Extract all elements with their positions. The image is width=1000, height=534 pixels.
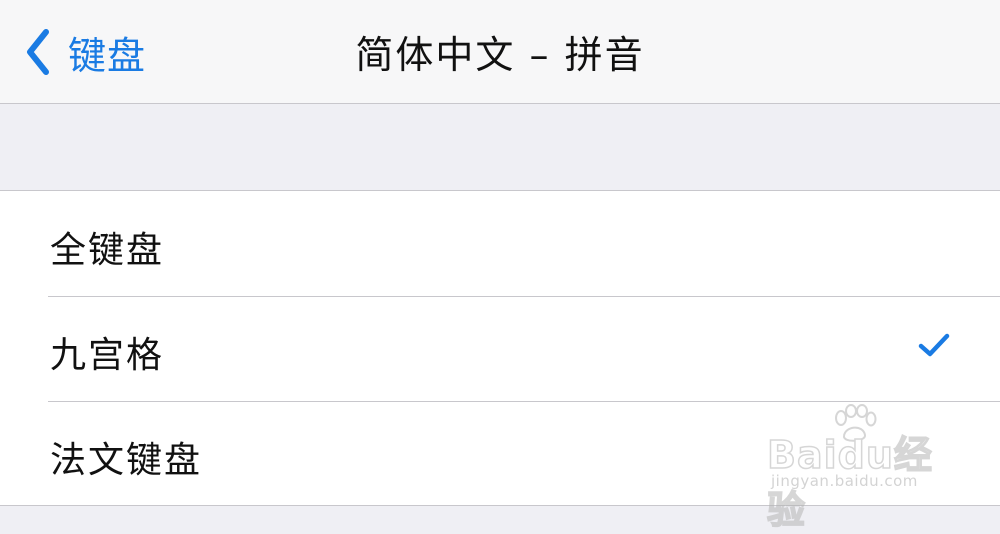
list-item-label: 全键盘 bbox=[50, 230, 165, 271]
section-spacer bbox=[0, 104, 1000, 190]
list-item-nine-grid[interactable]: 九宫格 bbox=[0, 296, 1000, 401]
list-item-full-keyboard[interactable]: 全键盘 bbox=[0, 191, 1000, 296]
page-title: 简体中文 – 拼音 bbox=[355, 33, 645, 77]
list-item-label: 法文键盘 bbox=[50, 440, 203, 481]
baidu-jingyan-watermark: Baidu经验 jingyan.baidu.com bbox=[765, 402, 955, 533]
checkmark-icon bbox=[918, 333, 950, 357]
watermark-url: jingyan.baidu.com bbox=[771, 472, 918, 490]
navigation-bar: 键盘 简体中文 – 拼音 bbox=[0, 0, 1000, 104]
list-item-label: 九宫格 bbox=[50, 335, 165, 376]
